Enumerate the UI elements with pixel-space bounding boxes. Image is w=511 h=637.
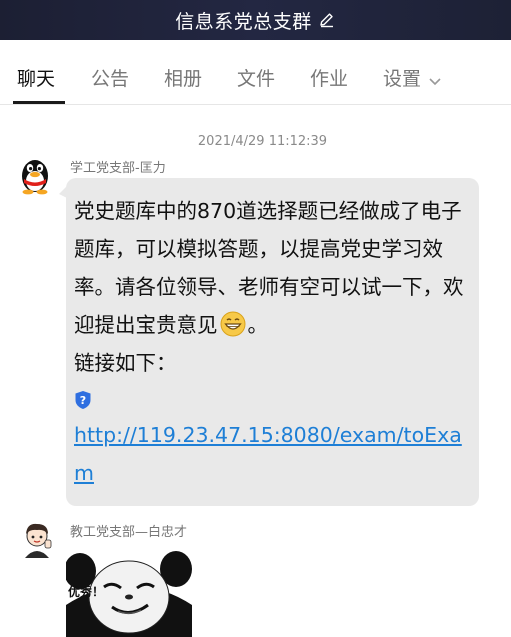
message-bubble: 党史题库中的870道选择题已经做成了电子题库，可以模拟答题，以提高党史学习效率。… [59,178,479,506]
link-security-row: ? [74,382,469,416]
message-link[interactable]: http://119.23.47.15:8080/exam/toExam [74,416,469,492]
tab-homework[interactable]: 作业 [310,64,348,91]
message-timestamp: 2021/4/29 11:12:39 [197,134,328,149]
tab-album[interactable]: 相册 [164,64,202,91]
cartoon-avatar-icon[interactable] [19,520,55,560]
chevron-down-icon [429,69,441,91]
penguin-avatar-icon[interactable] [17,155,53,195]
tab-chat[interactable]: 聊天 [17,64,55,91]
svg-text:?: ? [80,394,86,407]
tab-settings[interactable]: 设置 [383,64,441,91]
message-body: 党史题库中的870道选择题已经做成了电子题库，可以模拟答题，以提高党史学习效率。… [74,199,464,337]
link-intro: 链接如下： [74,351,177,375]
edit-pencil-icon[interactable] [318,11,336,29]
tab-files[interactable]: 文件 [237,64,275,91]
bubble-tail [59,186,67,198]
panda-meme-sticker-icon[interactable]: 优秀！ [66,545,192,637]
message-text: 党史题库中的870道选择题已经做成了电子题库，可以模拟答题，以提高党史学习效率。… [74,192,469,344]
tab-bar: 聊天 公告 相册 文件 作业 设置 [0,40,511,105]
security-shield-icon: ? [74,390,92,414]
active-tab-indicator [13,101,65,104]
sticker-caption: 优秀！ [68,585,105,599]
group-header: 信息系党总支群 [0,0,511,40]
grin-emoji-icon [220,311,246,337]
message-end-punct: 。 [247,313,269,337]
sender-name: 学工党支部-匡力 [70,161,166,176]
group-title: 信息系党总支群 [175,10,312,33]
tab-announcements[interactable]: 公告 [91,64,129,91]
tab-settings-label: 设置 [383,68,422,90]
sender-name: 教工党支部—白忠才 [70,525,188,540]
